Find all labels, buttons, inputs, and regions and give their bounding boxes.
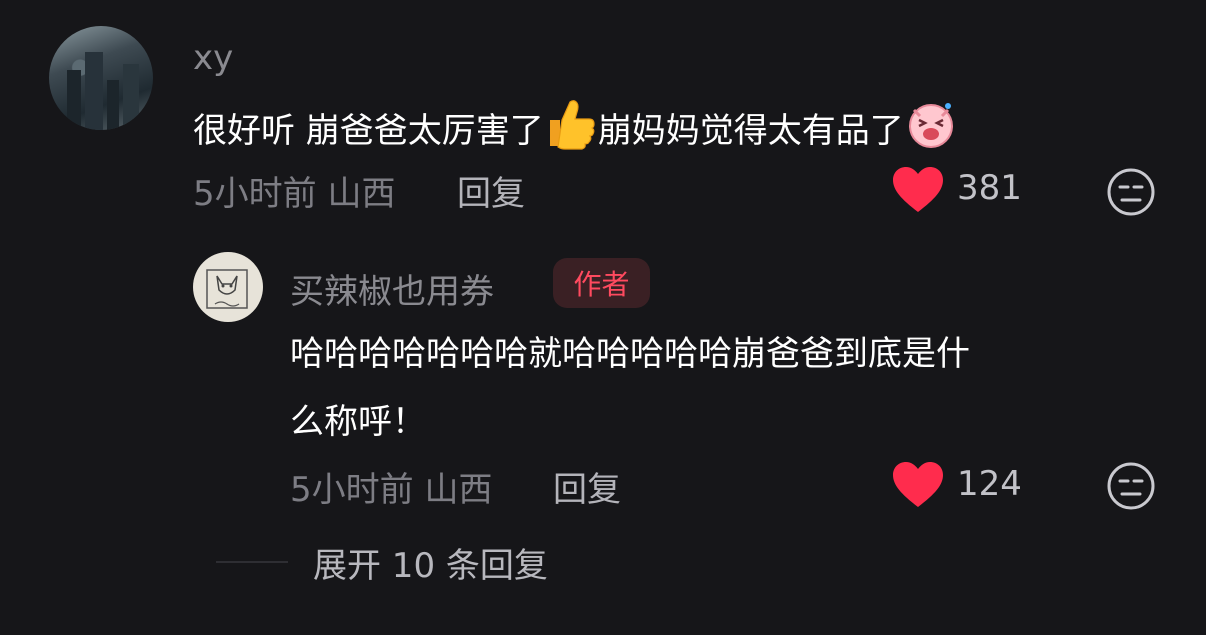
comment-text: 很好听 崩爸爸太厉害了 崩妈妈觉得太有品了	[193, 96, 958, 169]
laughing-pig-icon	[904, 96, 958, 169]
reply-text-line2: 么称呼！	[290, 402, 426, 442]
heart-icon	[893, 462, 943, 507]
heart-icon	[893, 167, 943, 212]
reply-like-count: 124	[957, 464, 1022, 504]
comment-reply-button[interactable]: 回复	[457, 166, 525, 215]
unamused-face-icon	[1107, 462, 1155, 510]
reply-username[interactable]: 买辣椒也用券	[290, 264, 494, 313]
comment-time-location: 5小时前 山西	[193, 174, 396, 214]
cat-drawing-icon	[206, 269, 248, 309]
comment-like-button[interactable]	[891, 166, 945, 218]
unamused-face-icon	[1107, 168, 1155, 216]
avatar[interactable]	[49, 26, 153, 130]
reply-reply-button[interactable]: 回复	[553, 462, 621, 511]
reply-text-line1: 哈哈哈哈哈哈哈就哈哈哈哈哈崩爸爸到底是什	[290, 334, 970, 374]
comment-like-count: 381	[957, 168, 1022, 208]
reply-time-location: 5小时前 山西	[290, 470, 493, 510]
thumbs-up-icon	[544, 96, 598, 169]
reply-avatar[interactable]	[193, 252, 263, 322]
comment-username[interactable]: xy	[193, 38, 233, 78]
author-badge: 作者	[553, 258, 650, 308]
comment-text-part2: 崩妈妈觉得太有品了	[597, 111, 904, 151]
comment-text-part1: 很好听 崩爸爸太厉害了	[193, 111, 544, 151]
comment-dislike-button[interactable]	[1105, 166, 1157, 222]
expand-replies-button[interactable]: 展开 10 条回复	[313, 538, 548, 587]
expand-divider	[216, 561, 288, 563]
reply-like-button[interactable]	[891, 461, 945, 513]
reply-dislike-button[interactable]	[1105, 460, 1157, 516]
